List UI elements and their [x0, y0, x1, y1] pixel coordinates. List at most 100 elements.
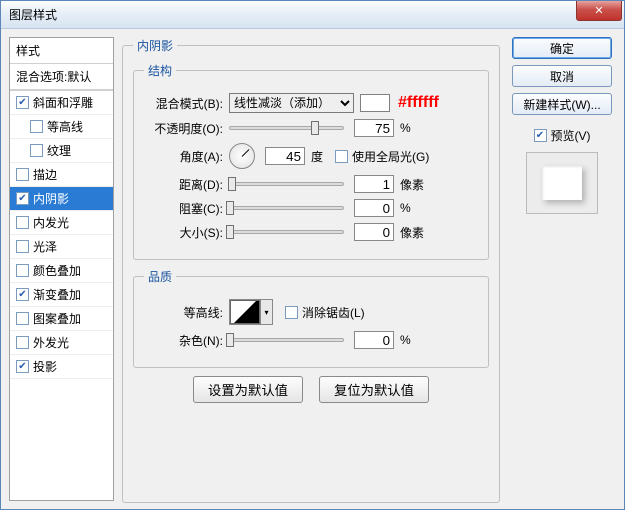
sidebar-item-label: 等高线: [47, 118, 83, 135]
hex-label: #ffffff: [398, 94, 439, 112]
sidebar-item-label: 内发光: [33, 214, 69, 231]
checkbox-icon: [16, 288, 29, 301]
sidebar-blendopts[interactable]: 混合选项:默认: [10, 64, 113, 90]
sidebar-item[interactable]: 图案叠加: [10, 307, 113, 331]
chevron-down-icon: ▾: [260, 300, 272, 324]
distance-unit: 像素: [400, 176, 424, 193]
preview-box: [526, 152, 598, 214]
sidebar-item-label: 渐变叠加: [33, 286, 81, 303]
angle-input[interactable]: [265, 147, 305, 165]
preview-label: 预览(V): [551, 127, 591, 144]
angle-label: 角度(A):: [144, 148, 229, 165]
choke-slider[interactable]: [229, 206, 344, 210]
contour-picker[interactable]: ▾: [229, 299, 273, 325]
group-quality-title: 品质: [144, 268, 176, 285]
opacity-label: 不透明度(O):: [144, 120, 229, 137]
antialias-label: 消除锯齿(L): [302, 304, 365, 321]
checkbox-icon: [16, 168, 29, 181]
antialias-checkbox[interactable]: 消除锯齿(L): [285, 304, 365, 321]
opacity-input[interactable]: [354, 119, 394, 137]
noise-input[interactable]: [354, 331, 394, 349]
sidebar-item-label: 外发光: [33, 334, 69, 351]
styles-sidebar: 样式 混合选项:默认 斜面和浮雕等高线纹理描边内阴影内发光光泽颜色叠加渐变叠加图…: [9, 37, 114, 501]
sidebar-item[interactable]: 纹理: [10, 139, 113, 163]
contour-icon: [230, 300, 260, 324]
checkbox-icon: [534, 129, 547, 142]
right-column: 确定 取消 新建样式(W)... 预览(V): [508, 37, 616, 501]
checkbox-icon: [16, 216, 29, 229]
ok-button[interactable]: 确定: [512, 37, 612, 59]
size-unit: 像素: [400, 224, 424, 241]
dialog-window: 图层样式 ✕ 样式 混合选项:默认 斜面和浮雕等高线纹理描边内阴影内发光光泽颜色…: [0, 0, 625, 510]
cancel-button[interactable]: 取消: [512, 65, 612, 87]
distance-label: 距离(D):: [144, 176, 229, 193]
panel-title: 内阴影: [133, 37, 177, 54]
sidebar-item[interactable]: 光泽: [10, 235, 113, 259]
sidebar-item-label: 投影: [33, 358, 57, 375]
size-slider[interactable]: [229, 230, 344, 234]
choke-input[interactable]: [354, 199, 394, 217]
checkbox-icon: [16, 360, 29, 373]
distance-input[interactable]: [354, 175, 394, 193]
sidebar-item-label: 斜面和浮雕: [33, 94, 93, 111]
new-style-button[interactable]: 新建样式(W)...: [512, 93, 612, 115]
sidebar-item[interactable]: 斜面和浮雕: [10, 90, 113, 115]
main-panel: 内阴影 结构 混合模式(B): 线性减淡（添加） #ffffff 不透明度(O)…: [122, 37, 500, 501]
choke-unit: %: [400, 201, 411, 215]
checkbox-icon: [335, 150, 348, 163]
panel-inner-shadow: 内阴影 结构 混合模式(B): 线性减淡（添加） #ffffff 不透明度(O)…: [122, 37, 500, 503]
checkbox-icon: [16, 240, 29, 253]
opacity-slider[interactable]: [229, 126, 344, 130]
blendmode-label: 混合模式(B):: [144, 95, 229, 112]
globallight-checkbox[interactable]: 使用全局光(G): [335, 148, 429, 165]
sidebar-item[interactable]: 内发光: [10, 211, 113, 235]
checkbox-icon: [30, 120, 43, 133]
sidebar-item-label: 描边: [33, 166, 57, 183]
checkbox-icon: [285, 306, 298, 319]
color-swatch[interactable]: [360, 94, 390, 112]
noise-slider[interactable]: [229, 338, 344, 342]
sidebar-item[interactable]: 描边: [10, 163, 113, 187]
globallight-label: 使用全局光(G): [352, 148, 429, 165]
group-structure-title: 结构: [144, 62, 176, 79]
blendmode-select[interactable]: 线性减淡（添加）: [229, 93, 354, 113]
dialog-body: 样式 混合选项:默认 斜面和浮雕等高线纹理描边内阴影内发光光泽颜色叠加渐变叠加图…: [1, 29, 624, 509]
checkbox-icon: [16, 96, 29, 109]
make-default-button[interactable]: 设置为默认值: [193, 376, 303, 403]
sidebar-item-label: 颜色叠加: [33, 262, 81, 279]
angle-dial[interactable]: [229, 143, 255, 169]
opacity-unit: %: [400, 121, 411, 135]
sidebar-item-label: 图案叠加: [33, 310, 81, 327]
sidebar-item[interactable]: 渐变叠加: [10, 283, 113, 307]
sidebar-item-label: 内阴影: [33, 190, 69, 207]
sidebar-item-label: 纹理: [47, 142, 71, 159]
choke-label: 阻塞(C):: [144, 200, 229, 217]
group-quality: 品质 等高线: ▾ 消除锯齿(L) 杂色(N):: [133, 268, 489, 368]
preview-checkbox[interactable]: 预览(V): [534, 127, 591, 144]
window-title: 图层样式: [9, 6, 57, 23]
distance-slider[interactable]: [229, 182, 344, 186]
group-structure: 结构 混合模式(B): 线性减淡（添加） #ffffff 不透明度(O):: [133, 62, 489, 260]
checkbox-icon: [16, 192, 29, 205]
sidebar-item[interactable]: 等高线: [10, 115, 113, 139]
checkbox-icon: [30, 144, 43, 157]
checkbox-icon: [16, 312, 29, 325]
close-icon: ✕: [594, 4, 603, 17]
size-input[interactable]: [354, 223, 394, 241]
sidebar-header[interactable]: 样式: [10, 38, 113, 64]
sidebar-item-label: 光泽: [33, 238, 57, 255]
noise-unit: %: [400, 333, 411, 347]
close-button[interactable]: ✕: [576, 1, 622, 21]
angle-unit: 度: [311, 148, 323, 165]
sidebar-item[interactable]: 内阴影: [10, 187, 113, 211]
checkbox-icon: [16, 264, 29, 277]
contour-label: 等高线:: [144, 304, 229, 321]
reset-default-button[interactable]: 复位为默认值: [319, 376, 429, 403]
sidebar-item[interactable]: 投影: [10, 355, 113, 379]
noise-label: 杂色(N):: [144, 332, 229, 349]
sidebar-item[interactable]: 颜色叠加: [10, 259, 113, 283]
titlebar[interactable]: 图层样式 ✕: [1, 1, 624, 29]
checkbox-icon: [16, 336, 29, 349]
preview-swatch: [542, 166, 582, 200]
sidebar-item[interactable]: 外发光: [10, 331, 113, 355]
